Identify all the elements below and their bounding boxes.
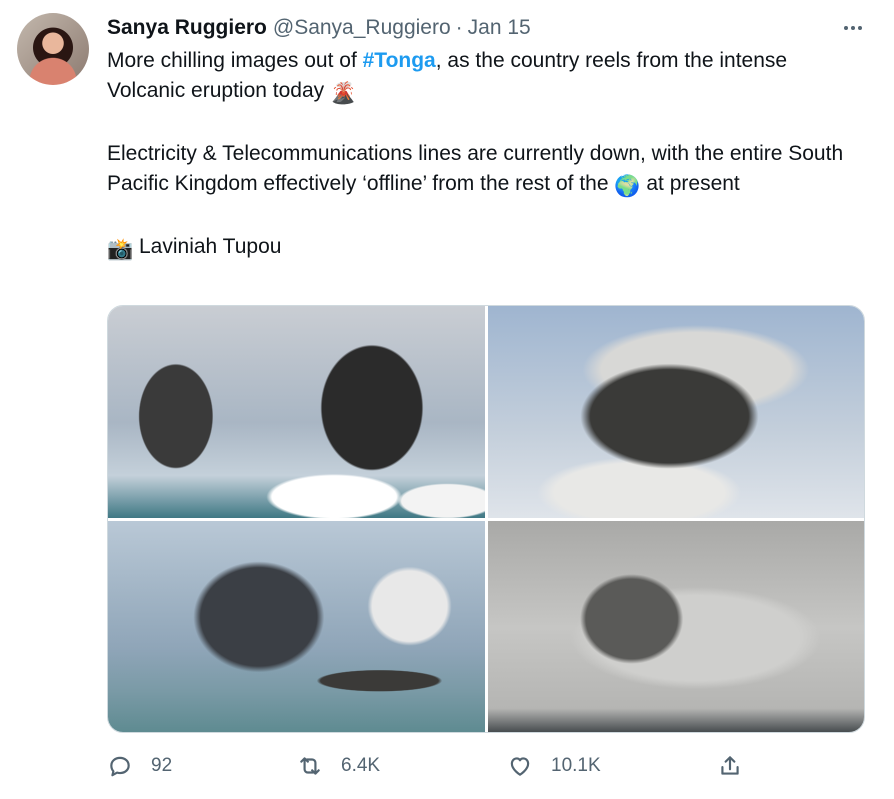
eruption-photo-4[interactable] <box>488 521 864 732</box>
photo-credit: Laviniah Tupou <box>139 235 282 258</box>
tweet-header: Sanya Ruggiero @Sanya_Ruggiero · Jan 15 <box>107 16 531 44</box>
tweet-actions: 92 6.4K 10.1K <box>107 750 747 782</box>
tweet-date[interactable]: Jan 15 <box>468 16 531 40</box>
retweet-count: 6.4K <box>341 755 381 776</box>
like-button[interactable]: 10.1K <box>507 750 601 782</box>
share-icon <box>721 756 739 775</box>
tweet: Sanya Ruggiero @Sanya_Ruggiero · Jan 15 … <box>0 0 894 799</box>
globe-emoji: 🌍 <box>614 175 641 198</box>
reply-icon <box>110 756 130 777</box>
eruption-photo-2[interactable] <box>488 306 864 518</box>
like-count: 10.1K <box>551 755 601 776</box>
eruption-photo-1[interactable] <box>108 306 485 518</box>
tweet-text: More chilling images out of #Tonga, as t… <box>107 46 867 265</box>
tweet-text-para2-suffix: at present <box>646 172 740 195</box>
tweet-text-line1-prefix: More chilling images out of <box>107 49 363 72</box>
author-name[interactable]: Sanya Ruggiero <box>107 16 267 40</box>
share-button[interactable] <box>717 750 743 782</box>
camera-emoji: 📸 <box>107 238 134 261</box>
eruption-photo-3[interactable] <box>108 521 485 732</box>
author-handle[interactable]: @Sanya_Ruggiero <box>273 16 451 40</box>
media-grid <box>107 305 865 733</box>
header-separator: · <box>455 16 463 39</box>
heart-icon <box>510 757 530 776</box>
avatar[interactable] <box>17 13 89 85</box>
volcano-emoji: 🌋 <box>330 82 357 105</box>
more-options-icon[interactable] <box>838 16 868 40</box>
retweet-icon <box>300 757 320 775</box>
hashtag-link[interactable]: #Tonga <box>363 49 436 72</box>
reply-count: 92 <box>151 755 173 776</box>
retweet-button[interactable]: 6.4K <box>297 750 380 782</box>
reply-button[interactable]: 92 <box>107 750 172 782</box>
